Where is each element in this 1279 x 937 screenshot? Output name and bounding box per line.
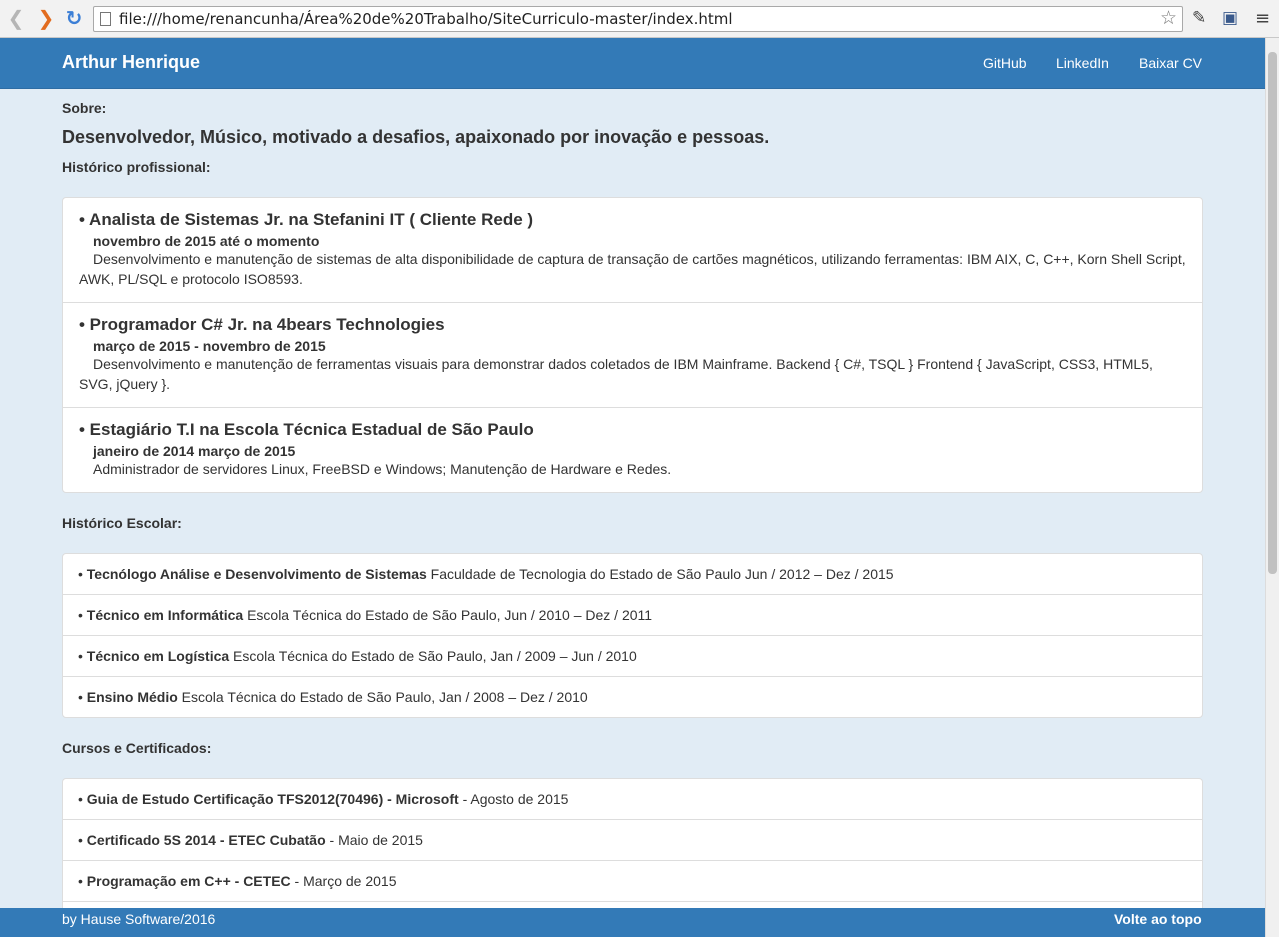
eyedropper-icon[interactable]: ✎ — [1192, 8, 1206, 28]
education-detail: Escola Técnica do Estado de São Paulo, J… — [243, 607, 653, 623]
education-label: Histórico Escolar: — [62, 515, 182, 531]
course-title: Guia de Estudo Certificação TFS2012(7049… — [86, 791, 459, 807]
job-item: • Estagiário T.I na Escola Técnica Estad… — [63, 408, 1202, 492]
reload-icon[interactable]: ↻ — [64, 8, 84, 30]
education-title: Tecnólogo Análise e Desenvolvimento de S… — [86, 566, 427, 582]
course-title: Certificado 5S 2014 - ETEC Cubatão — [86, 832, 326, 848]
education-title: Ensino Médio — [86, 689, 178, 705]
forward-icon[interactable]: ❯ — [36, 8, 56, 30]
job-item: • Analista de Sistemas Jr. na Stefanini … — [63, 198, 1202, 303]
nav-link-github[interactable]: GitHub — [983, 55, 1027, 71]
scrollbar-thumb[interactable] — [1268, 52, 1277, 574]
education-detail: Faculdade de Tecnologia do Estado de São… — [426, 566, 894, 582]
job-item: • Programador C# Jr. na 4bears Technolog… — [63, 303, 1202, 408]
job-title: • Programador C# Jr. na 4bears Technolog… — [79, 315, 445, 334]
work-history-panel: • Analista de Sistemas Jr. na Stefanini … — [62, 197, 1203, 493]
job-period: março de 2015 - novembro de 2015 — [93, 338, 326, 354]
course-item: • Programação em C++ - CETEC - Março de … — [63, 861, 1202, 902]
job-period: janeiro de 2014 março de 2015 — [93, 443, 296, 459]
about-headline: Desenvolvedor, Músico, motivado a desafi… — [62, 127, 770, 147]
site-navbar: Arthur Henrique GitHub LinkedIn Baixar C… — [0, 38, 1265, 89]
course-item: • Guia de Estudo Certificação TFS2012(70… — [63, 779, 1202, 820]
back-to-top-link[interactable]: Volte ao topo — [1114, 911, 1202, 927]
job-description: Administrador de servidores Linux, FreeB… — [93, 461, 672, 477]
back-icon[interactable]: ❮ — [6, 8, 26, 30]
browser-toolbar: ❮ ❯ ↻ file:///home/renancunha/Área%20de%… — [0, 0, 1279, 38]
education-detail: Escola Técnica do Estado de São Paulo, J… — [229, 648, 637, 664]
footer-credit: by Hause Software/2016 — [62, 911, 216, 927]
education-item: • Ensino Médio Escola Técnica do Estado … — [78, 689, 588, 705]
job-title: • Estagiário T.I na Escola Técnica Estad… — [79, 420, 534, 439]
education-item: • Técnico em Logística Escola Técnica do… — [63, 636, 1202, 677]
address-text[interactable]: file:///home/renancunha/Área%20de%20Trab… — [119, 10, 733, 28]
page-icon — [100, 12, 111, 26]
bookmark-star-icon[interactable]: ☆ — [1160, 7, 1177, 29]
about-label: Sobre: — [62, 100, 107, 116]
course-title: Programação em C++ - CETEC — [86, 873, 291, 889]
site-footer: by Hause Software/2016 Volte ao topo — [0, 908, 1265, 937]
brand-name[interactable]: Arthur Henrique — [62, 52, 200, 73]
education-item: • Tecnólogo Análise e Desenvolvimento de… — [63, 554, 1202, 595]
page-scrollbar[interactable] — [1265, 38, 1279, 937]
education-panel: • Tecnólogo Análise e Desenvolvimento de… — [62, 553, 1203, 718]
education-detail: Escola Técnica do Estado de São Paulo, J… — [177, 689, 588, 705]
work-history-label: Histórico profissional: — [62, 159, 211, 175]
course-item: • Certificado 5S 2014 - ETEC Cubatão - M… — [63, 820, 1202, 861]
course-date: - Agosto de 2015 — [458, 791, 569, 807]
education-item: • Técnico em Informática Escola Técnica … — [63, 595, 1202, 636]
job-period: novembro de 2015 até o momento — [93, 233, 320, 249]
education-title: Técnico em Logística — [86, 648, 230, 664]
job-title: • Analista de Sistemas Jr. na Stefanini … — [79, 210, 534, 229]
course-date: - Março de 2015 — [290, 873, 397, 889]
courses-label: Cursos e Certificados: — [62, 740, 212, 756]
course-date: - Maio de 2015 — [325, 832, 423, 848]
menu-icon[interactable]: ≡ — [1255, 8, 1270, 29]
address-bar[interactable]: file:///home/renancunha/Área%20de%20Trab… — [93, 6, 1183, 32]
job-description: Desenvolvimento e manutenção de sistemas… — [79, 251, 1186, 287]
nav-link-linkedin[interactable]: LinkedIn — [1056, 55, 1109, 71]
extension-icon[interactable]: ▣ — [1222, 8, 1238, 28]
job-description: Desenvolvimento e manutenção de ferramen… — [79, 356, 1153, 392]
education-title: Técnico em Informática — [86, 607, 244, 623]
nav-link-download-cv[interactable]: Baixar CV — [1139, 55, 1202, 71]
